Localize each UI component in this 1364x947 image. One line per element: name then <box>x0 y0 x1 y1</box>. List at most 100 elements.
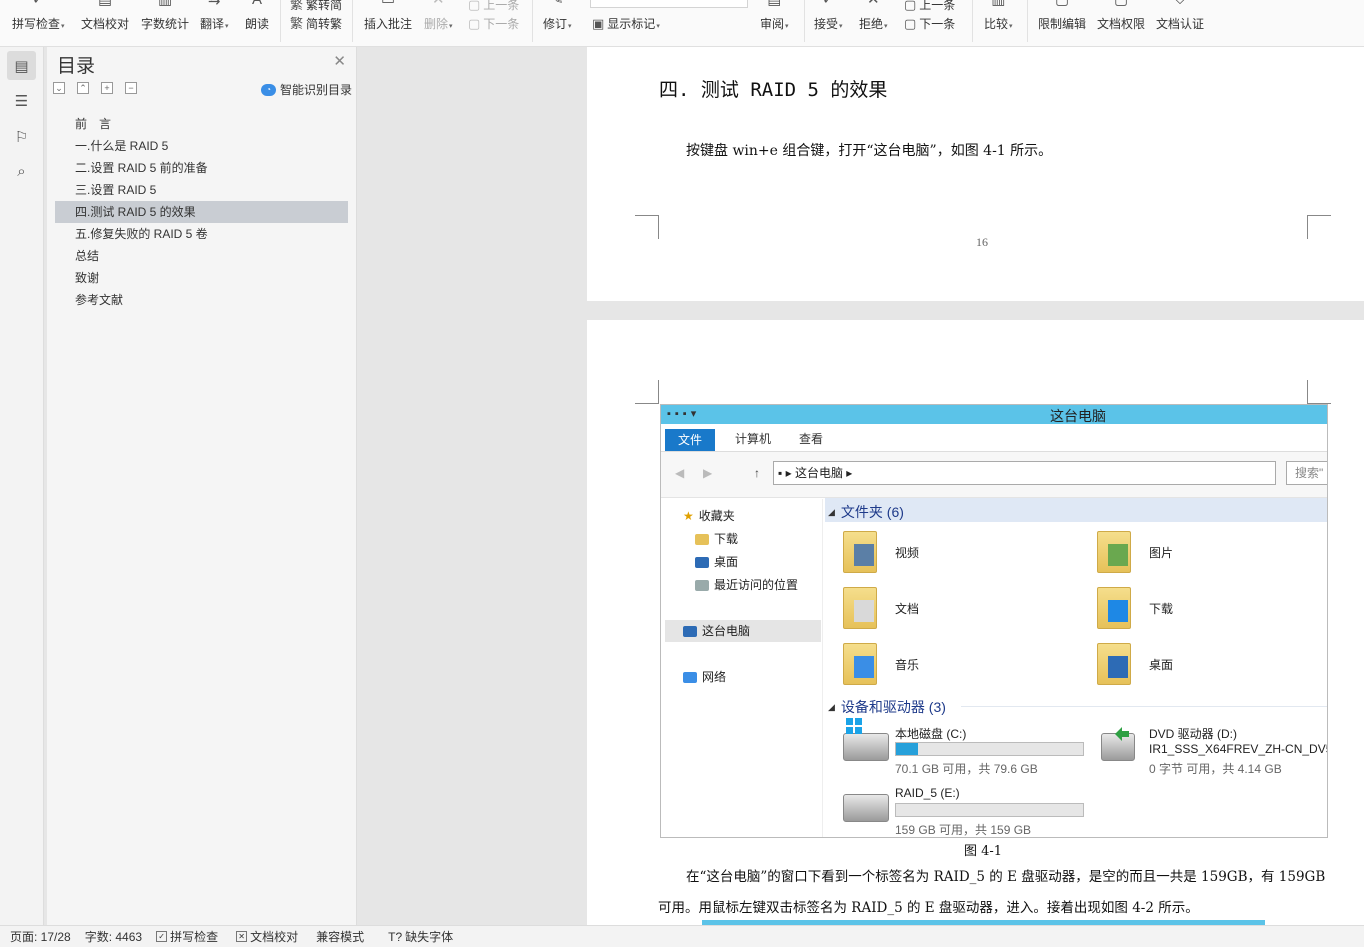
markup-icon: ▣ <box>592 15 605 31</box>
folder-label: 文档 <box>895 601 920 616</box>
next-change-button[interactable]: ▢ 下一条 <box>904 14 955 32</box>
explorer-address-bar: ◀ ▶ ↑ ▪ ▸ 这台电脑 ▸ 搜索" <box>661 452 1327 498</box>
toc-item[interactable]: 一.什么是 RAID 5 <box>55 135 348 157</box>
translate-icon: ⇆ <box>208 0 221 7</box>
next-change-icon: ▢ <box>904 15 917 31</box>
bookmark-icon[interactable]: ⚐ <box>7 122 36 151</box>
smart-icon: ◔ <box>260 83 276 96</box>
chapter-nav-icon[interactable]: ☰ <box>7 86 36 115</box>
review-icon: ▤ <box>767 0 781 7</box>
back-icon: ◀ <box>675 466 685 480</box>
section-heading: 四. 测试 RAID 5 的效果 <box>659 79 888 101</box>
green-arrow-icon <box>1113 725 1131 743</box>
desktop-icon <box>695 556 709 568</box>
toc-item[interactable]: 五.修复失败的 RAID 5 卷 <box>55 223 348 245</box>
windows-logo-icon <box>845 717 863 735</box>
shield-icon: ⛉ <box>1174 0 1185 7</box>
status-spell-check[interactable]: ✓ 拼写检查 <box>156 928 218 945</box>
folder-icon <box>1097 643 1131 685</box>
folder-item: 视频 <box>843 531 919 573</box>
folder-item: 下载 <box>1097 587 1173 629</box>
drive-c-usage-bar <box>895 742 1084 756</box>
drive-c-usage-fill <box>896 743 919 755</box>
toc-item[interactable]: 二.设置 RAID 5 前的准备 <box>55 157 348 179</box>
smart-toc-button[interactable]: ◔ 智能识别目录 <box>260 81 352 98</box>
font-icon: T? <box>388 929 403 944</box>
compat-mode: 兼容模式 <box>316 930 365 944</box>
folder-icon <box>843 643 877 685</box>
markup-select[interactable] <box>590 0 748 8</box>
folder-item: 音乐 <box>843 643 919 685</box>
add-level-icon[interactable]: + <box>101 82 113 94</box>
body-paragraph-line2: 可用。用鼠标左键双击标签名为 RAID_5 的 E 盘驱动器，进入。接着出现如图… <box>658 900 1199 916</box>
explorer-ribbon: 文件 计算机 查看 <box>661 424 1327 452</box>
expand-icon[interactable]: ⌃ <box>77 82 89 94</box>
reject-button[interactable]: ✕ 拒绝▾ <box>859 0 888 44</box>
folder-icon <box>843 587 877 629</box>
reject-icon: ✕ <box>867 0 880 7</box>
page-number: 16 <box>976 235 988 249</box>
quick-access-icons: ▪▪▪▾ <box>667 408 701 420</box>
spell-check-button[interactable]: ✓ 拼写检查▾ <box>12 0 65 44</box>
translate-button[interactable]: ⇆ 翻译▾ <box>200 0 229 44</box>
review-button[interactable]: ▤ 审阅▾ <box>760 0 789 44</box>
next-comment-button[interactable]: ▢ 下一条 <box>468 14 519 32</box>
page-corner-mark <box>635 380 659 404</box>
folder-icon <box>843 531 877 573</box>
toc-item[interactable]: 前 言 <box>55 113 348 135</box>
doc-proof-button[interactable]: ▤ 文档校对 <box>81 0 129 44</box>
proof-icon: ✕ <box>236 931 248 942</box>
search-icon[interactable]: ⌕ <box>7 157 36 186</box>
close-icon[interactable]: ✕ <box>333 52 346 70</box>
missing-font-button[interactable]: T? 缺失字体 <box>388 928 453 945</box>
drives-header: ◢ 设备和驱动器 (3) <box>828 699 946 715</box>
prev-icon: ▢ <box>468 0 481 12</box>
read-aloud-button[interactable]: A 朗读 <box>245 0 269 44</box>
drive-c-name: 本地磁盘 (C:) <box>895 727 967 741</box>
nav-this-pc: 这台电脑 <box>665 620 821 642</box>
toc-item[interactable]: 总结 <box>55 245 348 267</box>
insert-comment-button[interactable]: ▭ 插入批注 <box>364 0 412 44</box>
folder-label: 视频 <box>895 545 920 560</box>
delete-comment-button[interactable]: ✕ 删除▾ <box>424 0 453 44</box>
simp-to-trad-button[interactable]: 繁 简转繁 <box>290 14 342 32</box>
network-icon <box>683 671 697 683</box>
toc-panel-icon[interactable]: ▤ <box>7 51 36 80</box>
compare-icon: ▥ <box>991 0 1005 7</box>
tab-view: 查看 <box>799 432 824 446</box>
page-indicator[interactable]: 页面: 17/28 <box>10 928 71 945</box>
page-corner-mark <box>1307 380 1331 404</box>
toc-item[interactable]: 四.测试 RAID 5 的效果 <box>55 201 348 223</box>
nav-network: 网络 <box>683 666 726 688</box>
toc-item[interactable]: 参考文献 <box>55 289 348 311</box>
doc-rights-button[interactable]: ▢ 文档权限 <box>1097 0 1145 44</box>
toc-item[interactable]: 致谢 <box>55 267 348 289</box>
compare-button[interactable]: ▥ 比较▾ <box>984 0 1013 44</box>
explorer-screenshot[interactable]: ▪▪▪▾ 这台电脑 文件 计算机 查看 ◀ ▶ ↑ ▪ ▸ 这台电脑 ▸ 搜索"… <box>660 404 1328 838</box>
collapse-all-icon[interactable]: ⌄ <box>53 82 65 94</box>
toc-title: 目录 <box>57 56 96 77</box>
doc-cert-button[interactable]: ⛉ 文档认证 <box>1156 0 1204 44</box>
word-count-button[interactable]: ▥ 字数统计 <box>141 0 189 44</box>
prev-comment-button[interactable]: ▢ 上一条 <box>468 0 519 13</box>
word-count[interactable]: 字数: 4463 <box>85 928 142 945</box>
nav-favorites: ★ 收藏夹 <box>683 505 735 527</box>
prev-change-button[interactable]: ▢ 上一条 <box>904 0 955 13</box>
remove-level-icon[interactable]: − <box>125 82 137 94</box>
body-paragraph-line1: 在“这台电脑”的窗口下看到一个标签名为 RAID_5 的 E 盘驱动器，是空的而… <box>686 869 1326 885</box>
drive-d-label: IR1_SSS_X64FREV_ZH-CN_DV5 <box>1149 742 1328 756</box>
accept-button[interactable]: ✓ 接受▾ <box>814 0 843 44</box>
status-doc-proof[interactable]: ✕ 文档校对 <box>236 928 298 945</box>
toc-item[interactable]: 三.设置 RAID 5 <box>55 179 348 201</box>
word-count-icon: ▥ <box>158 0 172 7</box>
restrict-edit-button[interactable]: ▢ 限制编辑 <box>1038 0 1086 44</box>
nav-recent: 最近访问的位置 <box>695 574 798 596</box>
revise-button[interactable]: ✎ 修订▾ <box>543 0 572 44</box>
page-corner-mark <box>635 215 659 239</box>
trad-to-simp-button[interactable]: 繁 繁转简 <box>290 0 342 13</box>
explorer-titlebar: ▪▪▪▾ 这台电脑 <box>661 405 1327 424</box>
drive-e-name: RAID_5 (E:) <box>895 786 960 800</box>
show-markup-button[interactable]: ▣ 显示标记▾ <box>592 14 660 32</box>
nav-desktop: 桌面 <box>695 551 738 573</box>
folder-icon <box>1097 587 1131 629</box>
